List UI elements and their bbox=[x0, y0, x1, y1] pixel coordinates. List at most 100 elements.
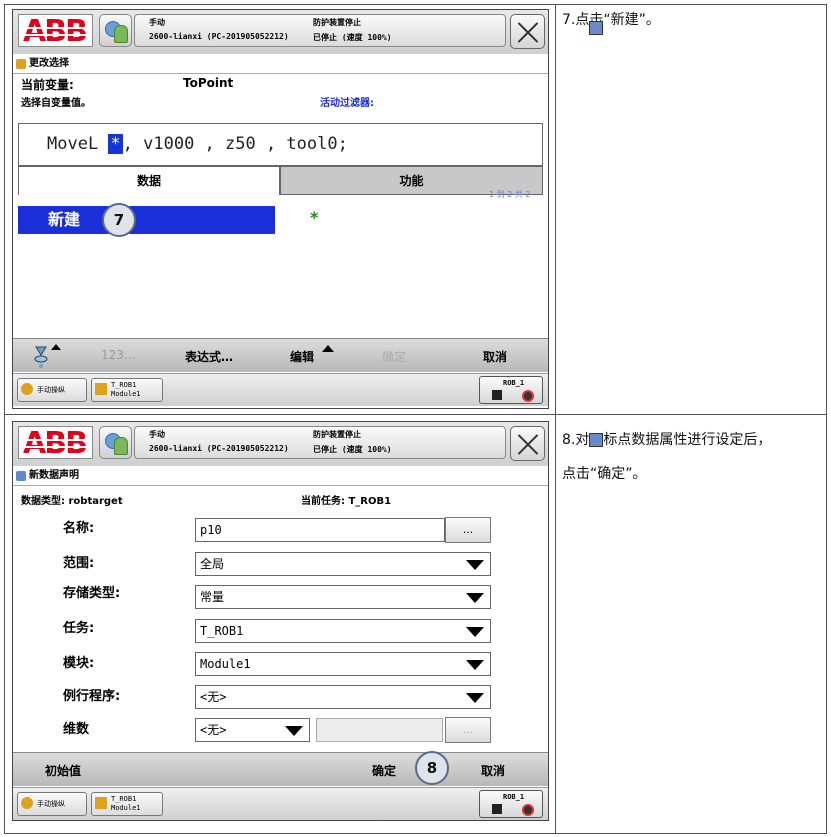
close-icon[interactable] bbox=[510, 426, 545, 461]
jog-label: 手动操纵 bbox=[37, 386, 65, 394]
code-argument-selected[interactable]: * bbox=[108, 134, 123, 154]
state-text: 已停止 (速度 100%) bbox=[313, 445, 392, 454]
instruction-code[interactable]: MoveL *, v1000 , z50 , tool0; bbox=[18, 123, 543, 166]
routine-select[interactable]: <无> bbox=[195, 685, 491, 709]
abb-logo[interactable]: ABB bbox=[18, 14, 93, 49]
program-button[interactable]: T_ROB1 Module1 bbox=[91, 792, 163, 816]
safety-text: 防护装置停止 bbox=[313, 430, 361, 439]
module-label: 模块: bbox=[63, 656, 95, 671]
chevron-down-icon bbox=[466, 627, 484, 637]
user-icon[interactable] bbox=[99, 426, 132, 459]
dimension-edit-button[interactable]: ... bbox=[445, 717, 491, 743]
user-icon[interactable] bbox=[99, 14, 132, 47]
step8-note-line2: 点击“确定”。 bbox=[562, 466, 647, 482]
taskbar: 手动操纵 T_ROB1 Module1 ROB_1 bbox=[13, 373, 548, 406]
subtitle-text: 更改选择 bbox=[29, 58, 69, 69]
step-marker-8: 8 bbox=[415, 751, 449, 785]
jog-icon bbox=[21, 383, 33, 395]
program-task-label: T_ROB1 bbox=[111, 381, 137, 389]
name-label: 名称: bbox=[63, 521, 95, 536]
pendant-header: ABB 手动 2600-lianxi (PC-201905052212) 防护装… bbox=[13, 422, 603, 466]
name-input[interactable]: p10 bbox=[195, 518, 445, 542]
program-module-label: Module1 bbox=[111, 390, 141, 398]
jog-label: 手动操纵 bbox=[37, 800, 65, 808]
current-task-label: 当前任务: T_ROB1 bbox=[301, 496, 392, 507]
speed-icon bbox=[522, 804, 534, 816]
edit-button[interactable]: 编辑 bbox=[290, 348, 314, 365]
module-select[interactable]: Module1 bbox=[195, 652, 491, 676]
robot-icon bbox=[492, 804, 502, 814]
list-item-new-label: 新建 bbox=[48, 210, 81, 229]
jog-button[interactable]: 手动操纵 bbox=[17, 792, 87, 816]
status-icon[interactable] bbox=[589, 433, 603, 447]
name-edit-button[interactable]: ... bbox=[445, 517, 491, 543]
teach-pendant-screen-2: ABB 手动 2600-lianxi (PC-201905052212) 防护装… bbox=[12, 421, 603, 821]
cancel-button[interactable]: 取消 bbox=[483, 348, 507, 365]
storage-type-label: 存储类型: bbox=[63, 586, 121, 601]
pendant-header: ABB 手动 2600-lianxi (PC-201905052212) 防护装… bbox=[13, 10, 603, 54]
speed-icon bbox=[522, 390, 534, 402]
program-module-label: Module1 bbox=[111, 804, 141, 812]
robot-icon bbox=[492, 390, 502, 400]
task-label: 任务: bbox=[63, 621, 95, 636]
task-value: T_ROB1 bbox=[200, 624, 244, 638]
jog-icon bbox=[21, 797, 33, 809]
list-item-star[interactable]: * bbox=[310, 208, 318, 227]
program-icon bbox=[95, 797, 107, 809]
close-icon[interactable] bbox=[510, 14, 545, 49]
command-bar: 123... 表达式… 编辑 确定 取消 bbox=[13, 338, 548, 372]
routine-label: 例行程序: bbox=[63, 689, 121, 704]
num-button[interactable]: 123... bbox=[101, 348, 135, 362]
change-selection-icon bbox=[16, 59, 26, 69]
code-prefix: MoveL bbox=[47, 134, 109, 154]
program-button[interactable]: T_ROB1 Module1 bbox=[91, 378, 163, 402]
task-select[interactable]: T_ROB1 bbox=[195, 619, 491, 643]
dimension-select[interactable]: <无> bbox=[195, 718, 310, 742]
jog-button[interactable]: 手动操纵 bbox=[17, 378, 87, 402]
current-var-value: ToPoint bbox=[183, 76, 234, 90]
dimension-label: 维数 bbox=[63, 722, 90, 737]
cancel-button[interactable]: 取消 bbox=[481, 762, 505, 779]
robot-label: ROB_1 bbox=[503, 379, 525, 387]
code-suffix: , v1000 , z50 , tool0; bbox=[122, 134, 348, 154]
chevron-down-icon bbox=[466, 560, 484, 570]
initial-value-button[interactable]: 初始值 bbox=[45, 762, 81, 779]
expression-button[interactable]: 表达式… bbox=[185, 348, 233, 365]
show-value-icon[interactable] bbox=[33, 341, 61, 369]
dimension-input[interactable] bbox=[316, 718, 443, 742]
storage-type-select[interactable]: 常量 bbox=[195, 585, 491, 609]
routine-value: <无> bbox=[200, 690, 227, 704]
robot-label: ROB_1 bbox=[503, 793, 525, 801]
edit-up-icon bbox=[321, 342, 335, 356]
new-declaration-icon bbox=[16, 471, 26, 481]
filter-label: 活动过滤器: bbox=[320, 98, 374, 109]
robot-button[interactable]: ROB_1 bbox=[479, 790, 543, 818]
subtitle-bar: 新数据声明 bbox=[13, 466, 548, 486]
state-text: 已停止 (速度 100%) bbox=[313, 33, 392, 42]
command-bar: 初始值 确定 取消 bbox=[13, 752, 548, 786]
storage-type-value: 常量 bbox=[200, 590, 225, 604]
scope-label: 范围: bbox=[63, 556, 95, 571]
controller-text: 2600-lianxi (PC-201905052212) bbox=[149, 32, 289, 41]
status-panel: 手动 2600-lianxi (PC-201905052212) 防护装置停止 … bbox=[134, 14, 603, 47]
robot-button[interactable]: ROB_1 bbox=[479, 376, 543, 404]
tab-data[interactable]: 数据 bbox=[18, 166, 280, 195]
ok-button[interactable]: 确定 bbox=[372, 762, 396, 779]
mode-text: 手动 bbox=[149, 430, 165, 439]
mode-text: 手动 bbox=[149, 18, 165, 27]
program-icon bbox=[95, 383, 107, 395]
controller-text: 2600-lianxi (PC-201905052212) bbox=[149, 444, 289, 453]
program-task-label: T_ROB1 bbox=[111, 795, 137, 803]
list-item-new[interactable]: 新建 bbox=[18, 206, 275, 234]
scope-select[interactable]: 全局 bbox=[195, 552, 491, 576]
taskbar: 手动操纵 T_ROB1 Module1 ROB_1 bbox=[13, 787, 548, 820]
status-panel: 手动 2600-lianxi (PC-201905052212) 防护装置停止 … bbox=[134, 426, 603, 459]
abb-logo[interactable]: ABB bbox=[18, 426, 93, 461]
status-icon[interactable] bbox=[589, 21, 603, 35]
ok-button[interactable]: 确定 bbox=[382, 348, 406, 365]
page-info: 1 到 2 共 2 bbox=[489, 190, 531, 199]
subtitle-bar: 更改选择 bbox=[13, 54, 548, 74]
module-value: Module1 bbox=[200, 657, 251, 671]
scope-value: 全局 bbox=[200, 557, 225, 571]
teach-pendant-screen-1: ABB 手动 2600-lianxi (PC-201905052212) 防护装… bbox=[12, 9, 603, 409]
